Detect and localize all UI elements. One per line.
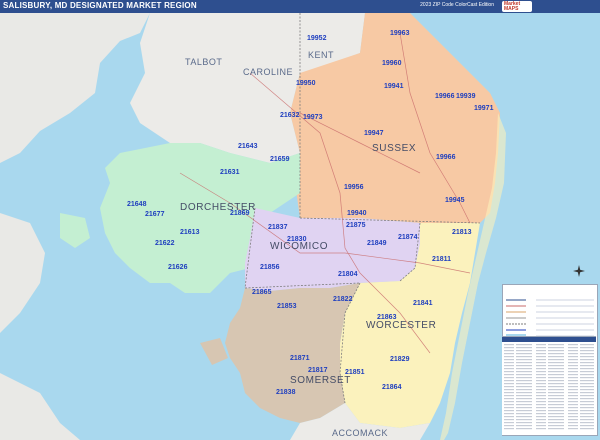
legend-row-water <box>506 325 594 338</box>
zip-label[interactable]: 19966 <box>435 93 455 100</box>
legend-row-zip <box>506 319 594 331</box>
zip-label[interactable]: 21865 <box>252 289 272 296</box>
zip-label[interactable]: 19956 <box>344 184 364 191</box>
zip-label[interactable]: 19947 <box>364 130 384 137</box>
county-label-somerset: SOMERSET <box>290 375 351 386</box>
county-label-kent: KENT <box>308 50 334 60</box>
title-bar: SALISBURY, MD DESIGNATED MARKET REGION 2… <box>0 0 600 13</box>
zip-label[interactable]: 19950 <box>296 80 316 87</box>
zip-label[interactable]: 19941 <box>384 83 404 90</box>
logo-text: Market MAPS <box>504 1 521 12</box>
zip-label[interactable]: 21622 <box>155 240 175 247</box>
zip-index-header <box>502 337 596 342</box>
zip-label[interactable]: 19973 <box>303 114 323 121</box>
county-label-worcester: WORCESTER <box>366 320 436 331</box>
zip-label[interactable]: 21811 <box>432 256 451 263</box>
map-frame: SALISBURY, MD DESIGNATED MARKET REGION 2… <box>0 0 600 440</box>
county-label-caroline: CAROLINE <box>243 67 293 77</box>
zip-label[interactable]: 21613 <box>180 229 200 236</box>
zip-label[interactable]: 21626 <box>168 264 188 271</box>
zip-label[interactable]: 21830 <box>287 236 307 243</box>
legend-row-boundary <box>506 313 594 325</box>
publisher-logo: Market MAPS <box>502 1 532 12</box>
zip-label[interactable]: 21632 <box>280 112 300 119</box>
zip-label[interactable]: 21874 <box>398 234 418 241</box>
zip-label[interactable]: 19939 <box>456 93 476 100</box>
zip-label[interactable]: 19960 <box>382 60 402 67</box>
zip-index-rows <box>504 344 594 430</box>
legend-row-us-highway <box>506 295 594 307</box>
zip-label[interactable]: 21875 <box>346 222 366 229</box>
county-label-accomack: ACCOMACK <box>332 428 388 438</box>
zip-label[interactable]: 19963 <box>390 30 410 37</box>
zip-label[interactable]: 21849 <box>367 240 387 247</box>
zip-index-table <box>502 336 596 435</box>
zip-label[interactable]: 21813 <box>452 229 472 236</box>
legend-row-county-road <box>506 307 594 319</box>
zip-label[interactable]: 21864 <box>382 384 402 391</box>
zip-label[interactable]: 21841 <box>413 300 433 307</box>
zip-label[interactable]: 21643 <box>238 143 258 150</box>
zip-label[interactable]: 19940 <box>347 210 367 217</box>
zip-label[interactable]: 19952 <box>307 35 327 42</box>
zip-label[interactable]: 21677 <box>145 211 165 218</box>
zip-label[interactable]: 21631 <box>220 169 240 176</box>
zip-label[interactable]: 19945 <box>445 197 465 204</box>
zip-label[interactable]: 21822 <box>333 296 353 303</box>
map-title: SALISBURY, MD DESIGNATED MARKET REGION <box>3 1 197 10</box>
zip-label[interactable]: 21648 <box>127 201 147 208</box>
county-label-talbot: TALBOT <box>185 57 222 67</box>
zip-label[interactable]: 21863 <box>377 314 397 321</box>
zip-label[interactable]: 21853 <box>277 303 297 310</box>
zip-label[interactable]: 21871 <box>290 355 310 362</box>
zip-label[interactable]: 21817 <box>308 367 328 374</box>
zip-label[interactable]: 21851 <box>345 369 365 376</box>
zip-label[interactable]: 21804 <box>338 271 358 278</box>
legend-row-state-highway <box>506 301 594 313</box>
edition-label: 2023 ZIP Code ColorCast Edition <box>420 2 494 8</box>
zip-label[interactable]: 21829 <box>390 356 410 363</box>
zip-label[interactable]: 21856 <box>260 264 280 271</box>
zip-label[interactable]: 19966 <box>436 154 456 161</box>
zip-label[interactable]: 21837 <box>268 224 288 231</box>
zip-label[interactable]: 21838 <box>276 389 296 396</box>
zip-label[interactable]: 21659 <box>270 156 290 163</box>
legend-row-interstate <box>506 289 594 301</box>
county-label-sussex: SUSSEX <box>372 143 416 154</box>
zip-label[interactable]: 19971 <box>474 105 494 112</box>
zip-label[interactable]: 21869 <box>230 210 250 217</box>
